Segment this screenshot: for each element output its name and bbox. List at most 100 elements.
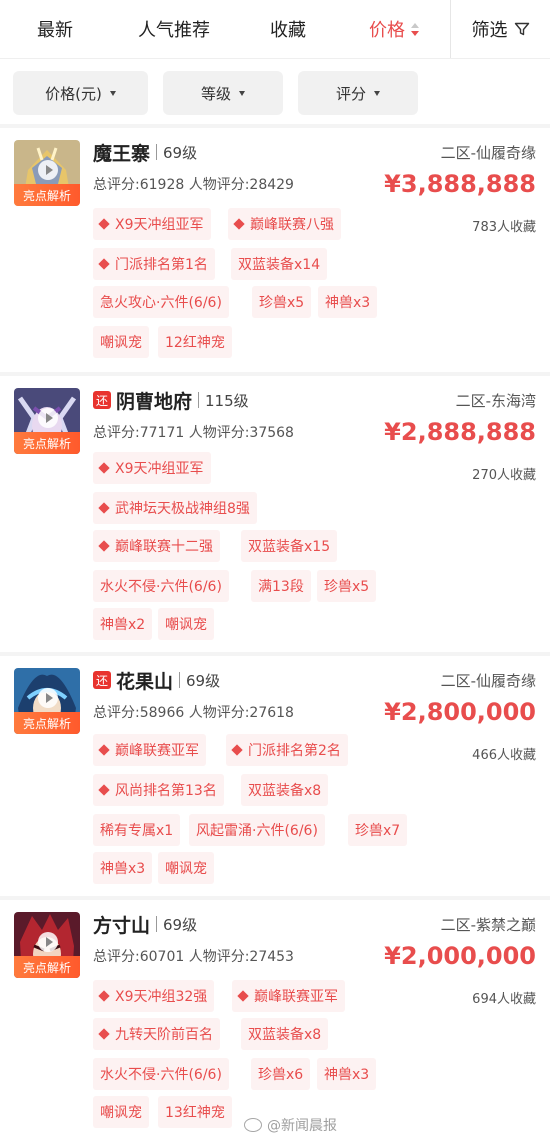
honor-tag: X9天冲组亚军	[93, 208, 211, 240]
character-name: 魔王寨	[93, 142, 151, 165]
tag-label: X9天冲组亚军	[115, 217, 204, 233]
listing-card[interactable]: 亮点解析 还 阴曹地府 115级 二区-东海湾 总评分:77171 人物评分:3…	[0, 376, 550, 652]
play-icon[interactable]	[38, 932, 58, 952]
attribute-tag: 嘲讽宠	[158, 608, 214, 640]
sort-popular[interactable]: 人气推荐	[110, 0, 238, 58]
play-icon[interactable]	[38, 408, 58, 428]
character-avatar[interactable]: 亮点解析	[14, 668, 80, 734]
server-name: 二区-紫禁之巅	[440, 916, 536, 934]
attribute-tag: 神兽x2	[93, 608, 153, 640]
play-icon[interactable]	[38, 160, 58, 180]
price-range-label: 价格(元)	[45, 84, 102, 103]
honor-tag: 武神坛天极战神组8强	[93, 492, 257, 524]
attribute-tag: 珍兽x5	[252, 286, 312, 318]
favorite-count: 694人收藏	[472, 992, 536, 1007]
filter-label: 筛选	[471, 20, 508, 41]
server-name: 二区-仙履奇缘	[440, 672, 536, 690]
character-avatar[interactable]: 亮点解析	[14, 140, 80, 206]
price-range-dropdown[interactable]: 价格(元)	[13, 71, 148, 115]
tag-label: 急火攻心·六件(6/6)	[100, 295, 222, 311]
honor-tag: 门派排名第1名	[93, 248, 215, 280]
name-row: 还 花果山 69级	[93, 666, 220, 694]
server-name: 二区-仙履奇缘	[440, 144, 536, 162]
weibo-logo-icon	[244, 1118, 262, 1132]
tag-label: 风起雷涌·六件(6/6)	[196, 823, 318, 839]
score-summary: 总评分:61928 人物评分:28429	[93, 177, 294, 193]
listing-card[interactable]: 亮点解析 方寸山 69级 二区-紫禁之巅 总评分:60701 人物评分:2745…	[0, 900, 550, 1139]
filter-button[interactable]: 筛选	[451, 0, 550, 58]
honor-tag: X9天冲组32强	[93, 980, 215, 1012]
price: ¥2,000,000	[384, 942, 536, 970]
honor-tag: 九转天阶前百名	[93, 1018, 220, 1050]
attribute-tag: 水火不侵·六件(6/6)	[93, 570, 229, 602]
highlight-analysis-badge[interactable]: 亮点解析	[14, 712, 80, 734]
attribute-tag: 双蓝装备x8	[241, 1018, 329, 1050]
attribute-tag: 嘲讽宠	[93, 1096, 149, 1128]
divider	[156, 916, 158, 932]
divider	[198, 392, 200, 408]
attribute-tag: 水火不侵·六件(6/6)	[93, 1058, 229, 1090]
honor-tag: 巅峰联赛亚军	[93, 734, 206, 766]
listing-card[interactable]: 亮点解析 还 花果山 69级 二区-仙履奇缘 总评分:58966 人物评分:27…	[0, 656, 550, 896]
attribute-tag: 双蓝装备x15	[241, 530, 338, 562]
name-row: 魔王寨 69级	[93, 138, 197, 166]
honor-tag: 巅峰联赛亚军	[232, 980, 345, 1012]
honor-tag: 风尚排名第13名	[93, 774, 224, 806]
listing-card[interactable]: 亮点解析 魔王寨 69级 二区-仙履奇缘 总评分:61928 人物评分:2842…	[0, 128, 550, 372]
tag-label: 珍兽x6	[258, 1067, 304, 1083]
tag-label: 神兽x3	[324, 1067, 370, 1083]
character-name: 方寸山	[93, 914, 151, 937]
tag-label: 嘲讽宠	[165, 861, 207, 877]
play-icon[interactable]	[38, 688, 58, 708]
attribute-tag: 双蓝装备x8	[241, 774, 329, 806]
filter-chips: 价格(元) 等级 评分	[0, 58, 550, 124]
character-name: 阴曹地府	[116, 390, 193, 413]
highlight-analysis-badge[interactable]: 亮点解析	[14, 432, 80, 454]
diamond-icon	[98, 218, 110, 230]
tag-label: 双蓝装备x8	[248, 783, 322, 799]
tag-label: 水火不侵·六件(6/6)	[100, 1067, 222, 1083]
attribute-tag: 急火攻心·六件(6/6)	[93, 286, 229, 318]
highlight-analysis-badge[interactable]: 亮点解析	[14, 956, 80, 978]
sort-price[interactable]: 价格	[338, 0, 450, 58]
divider	[179, 672, 181, 688]
tag-label: 12红神宠	[165, 335, 225, 351]
character-name: 花果山	[116, 670, 174, 693]
character-level: 69级	[163, 915, 198, 934]
tag-label: 神兽x3	[325, 295, 371, 311]
diamond-icon	[98, 258, 110, 270]
diamond-icon	[98, 462, 110, 474]
sort-latest[interactable]: 最新	[0, 0, 110, 58]
attribute-tag: 13红神宠	[158, 1096, 232, 1128]
tag-label: 门派排名第2名	[248, 743, 341, 759]
tag-label: 风尚排名第13名	[115, 783, 217, 799]
favorite-count: 270人收藏	[472, 468, 536, 483]
diamond-icon	[98, 1028, 110, 1040]
caret-down-icon	[239, 90, 245, 96]
character-avatar[interactable]: 亮点解析	[14, 912, 80, 978]
diamond-icon	[98, 990, 110, 1002]
tag-label: 满13段	[258, 579, 304, 595]
server-name: 二区-东海湾	[455, 392, 536, 410]
diamond-icon	[233, 218, 245, 230]
attribute-tag: 珍兽x6	[251, 1058, 311, 1090]
rating-dropdown[interactable]: 评分	[298, 71, 418, 115]
level-dropdown[interactable]: 等级	[163, 71, 283, 115]
tag-label: 水火不侵·六件(6/6)	[100, 579, 222, 595]
character-avatar[interactable]: 亮点解析	[14, 388, 80, 454]
diamond-icon	[98, 744, 110, 756]
caret-down-icon	[109, 90, 116, 96]
highlight-analysis-badge[interactable]: 亮点解析	[14, 184, 80, 206]
score-summary: 总评分:60701 人物评分:27453	[93, 949, 294, 965]
honor-tag: X9天冲组亚军	[93, 452, 211, 484]
sort-favorites[interactable]: 收藏	[238, 0, 338, 58]
price: ¥2,888,888	[384, 418, 536, 446]
tag-label: 珍兽x5	[324, 579, 370, 595]
tag-label: 巅峰联赛八强	[250, 217, 334, 233]
name-row: 方寸山 69级	[93, 910, 197, 938]
attribute-tag: 嘲讽宠	[93, 326, 149, 358]
funnel-icon	[514, 22, 529, 36]
sort-bar: 最新 人气推荐 收藏 价格 筛选	[0, 0, 550, 58]
character-level: 69级	[186, 671, 221, 690]
diamond-icon	[231, 744, 243, 756]
